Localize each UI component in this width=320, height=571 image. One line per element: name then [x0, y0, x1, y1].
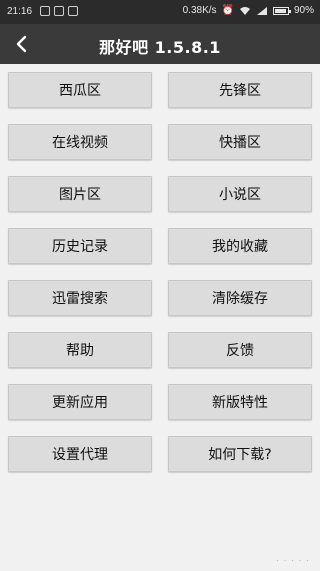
battery-icon	[272, 6, 291, 15]
menu-button-novels[interactable]: 小说区	[168, 176, 312, 212]
menu-button-how-to-download[interactable]: 如何下载?	[168, 436, 312, 472]
watermark: · · · · ·	[276, 555, 310, 565]
menu-grid: 西瓜区 先锋区 在线视频 快播区 图片区 小说区 历史记录 我的收藏 迅雷搜索 …	[8, 72, 312, 488]
wifi-icon	[239, 6, 250, 15]
menu-row: 西瓜区 先锋区	[8, 72, 312, 108]
menu-button-favorites[interactable]: 我的收藏	[168, 228, 312, 264]
alarm-icon: ⏰	[221, 5, 234, 16]
battery-fill	[274, 8, 286, 13]
menu-button-xianfeng[interactable]: 先锋区	[168, 72, 312, 108]
menu-button-online-video[interactable]: 在线视频	[8, 124, 152, 160]
menu-button-clear-cache[interactable]: 清除缓存	[168, 280, 312, 316]
signal-icon	[256, 6, 267, 15]
network-speed: 0.38K/s	[182, 5, 217, 16]
menu-button-xigua[interactable]: 西瓜区	[8, 72, 152, 108]
menu-row: 历史记录 我的收藏	[8, 228, 312, 264]
status-bar: 21:16 0.38K/s ⏰ 90%	[0, 0, 320, 24]
menu-button-new-features[interactable]: 新版特性	[168, 384, 312, 420]
menu-row: 迅雷搜索 清除缓存	[8, 280, 312, 316]
page-title: 那好吧 1.5.8.1	[99, 38, 221, 57]
menu-row: 设置代理 如何下载?	[8, 436, 312, 472]
notification-icon	[54, 6, 64, 16]
menu-button-pictures[interactable]: 图片区	[8, 176, 152, 212]
status-right: 0.38K/s ⏰ 90%	[183, 5, 314, 16]
menu-row: 图片区 小说区	[8, 176, 312, 212]
status-time: 21:16	[7, 6, 33, 17]
menu-button-thunder-search[interactable]: 迅雷搜索	[8, 280, 152, 316]
menu-button-history[interactable]: 历史记录	[8, 228, 152, 264]
menu-button-feedback[interactable]: 反馈	[168, 332, 312, 368]
battery-percent: 90%	[293, 5, 314, 16]
menu-button-kuaibo[interactable]: 快播区	[168, 124, 312, 160]
menu-row: 帮助 反馈	[8, 332, 312, 368]
notification-icons	[40, 6, 78, 16]
menu-button-update-app[interactable]: 更新应用	[8, 384, 152, 420]
notification-icon	[40, 6, 50, 16]
menu-button-help[interactable]: 帮助	[8, 332, 152, 368]
menu-row: 在线视频 快播区	[8, 124, 312, 160]
title-bar: 那好吧 1.5.8.1	[0, 24, 320, 64]
menu-row: 更新应用 新版特性	[8, 384, 312, 420]
menu-button-proxy-settings[interactable]: 设置代理	[8, 436, 152, 472]
notification-icon	[68, 6, 78, 16]
